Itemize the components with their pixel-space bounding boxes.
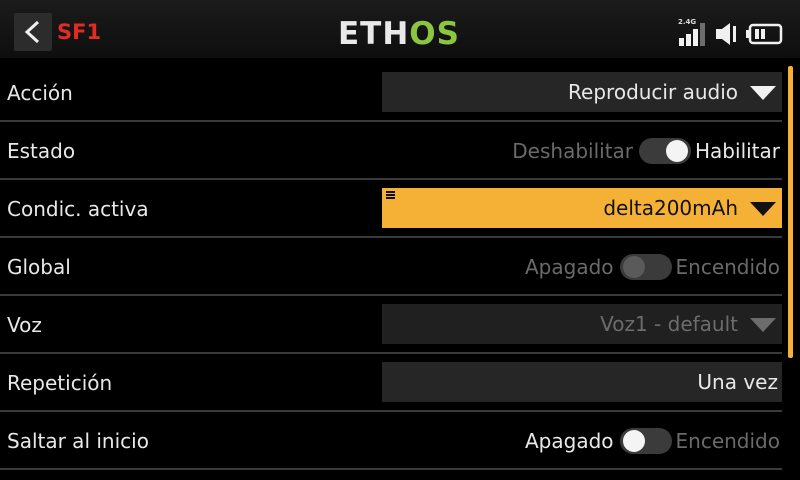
- dropdown-value: Voz1 - default: [600, 312, 738, 336]
- row-label: Global: [7, 255, 71, 279]
- row-condic-activa: Condic. activa delta200mAh: [0, 180, 786, 238]
- row-label: Repetición: [7, 371, 113, 395]
- back-arrow-icon: [24, 20, 40, 44]
- row-label: Estado: [7, 139, 76, 163]
- repeticion-field[interactable]: Una vez: [382, 362, 782, 402]
- global-toggle[interactable]: [619, 254, 672, 280]
- dropdown-arrow-icon: [750, 318, 776, 332]
- screen: SF1 ETHOS 2.4G Acción Reproducir audio E…: [0, 0, 800, 480]
- status-area: 2.4G: [676, 18, 788, 48]
- row-label: Acción: [7, 81, 73, 105]
- page-title: SF1: [57, 20, 102, 44]
- toggle-off-label: Apagado: [525, 255, 614, 279]
- toggle-on-label: Encendido: [675, 429, 780, 453]
- dropdown-arrow-icon: [750, 202, 776, 216]
- row-voz: Voz Voz1 - default: [0, 296, 786, 354]
- global-toggle-group: Apagado Encendido: [525, 254, 780, 280]
- toggle-off-label: Deshabilitar: [512, 139, 634, 163]
- battery-icon: [746, 23, 783, 45]
- ethos-logo: ETHOS: [338, 16, 460, 52]
- row-label: Condic. activa: [7, 197, 149, 221]
- divider: [0, 468, 782, 470]
- condic-activa-dropdown[interactable]: delta200mAh: [382, 188, 782, 228]
- row-global: Global Apagado Encendido: [0, 238, 786, 296]
- row-accion: Acción Reproducir audio: [0, 64, 786, 122]
- saltar-toggle-group: Apagado Encendido: [525, 428, 780, 454]
- saltar-al-inicio-toggle[interactable]: [619, 428, 672, 454]
- estado-toggle-group: Deshabilitar Habilitar: [512, 138, 780, 164]
- field-value: Una vez: [697, 370, 778, 394]
- row-repeticion: Repetición Una vez: [0, 354, 786, 412]
- speaker-icon: [716, 23, 736, 45]
- toggle-knob: [622, 430, 645, 452]
- toggle-on-label: Encendido: [675, 255, 780, 279]
- toggle-off-label: Apagado: [525, 429, 614, 453]
- row-estado: Estado Deshabilitar Habilitar: [0, 122, 786, 180]
- dropdown-value: delta200mAh: [603, 196, 738, 220]
- estado-toggle[interactable]: [639, 138, 692, 164]
- menu-icon: [386, 191, 395, 200]
- toggle-knob: [622, 256, 645, 278]
- voz-dropdown[interactable]: Voz1 - default: [382, 304, 782, 344]
- row-label: Voz: [7, 313, 42, 337]
- dropdown-arrow-icon: [750, 86, 776, 100]
- back-button[interactable]: [14, 13, 52, 51]
- row-saltar-al-inicio: Saltar al inicio Apagado Encendido: [0, 412, 786, 470]
- signal-icon: [679, 23, 705, 46]
- dropdown-value: Reproducir audio: [568, 80, 738, 104]
- scrollbar[interactable]: [788, 66, 793, 358]
- accion-dropdown[interactable]: Reproducir audio: [382, 72, 782, 112]
- settings-list: Acción Reproducir audio Estado Deshabili…: [0, 64, 786, 470]
- row-label: Saltar al inicio: [7, 429, 149, 453]
- header-bar: SF1 ETHOS 2.4G: [0, 0, 800, 58]
- toggle-knob: [666, 140, 689, 162]
- toggle-on-label: Habilitar: [695, 139, 780, 163]
